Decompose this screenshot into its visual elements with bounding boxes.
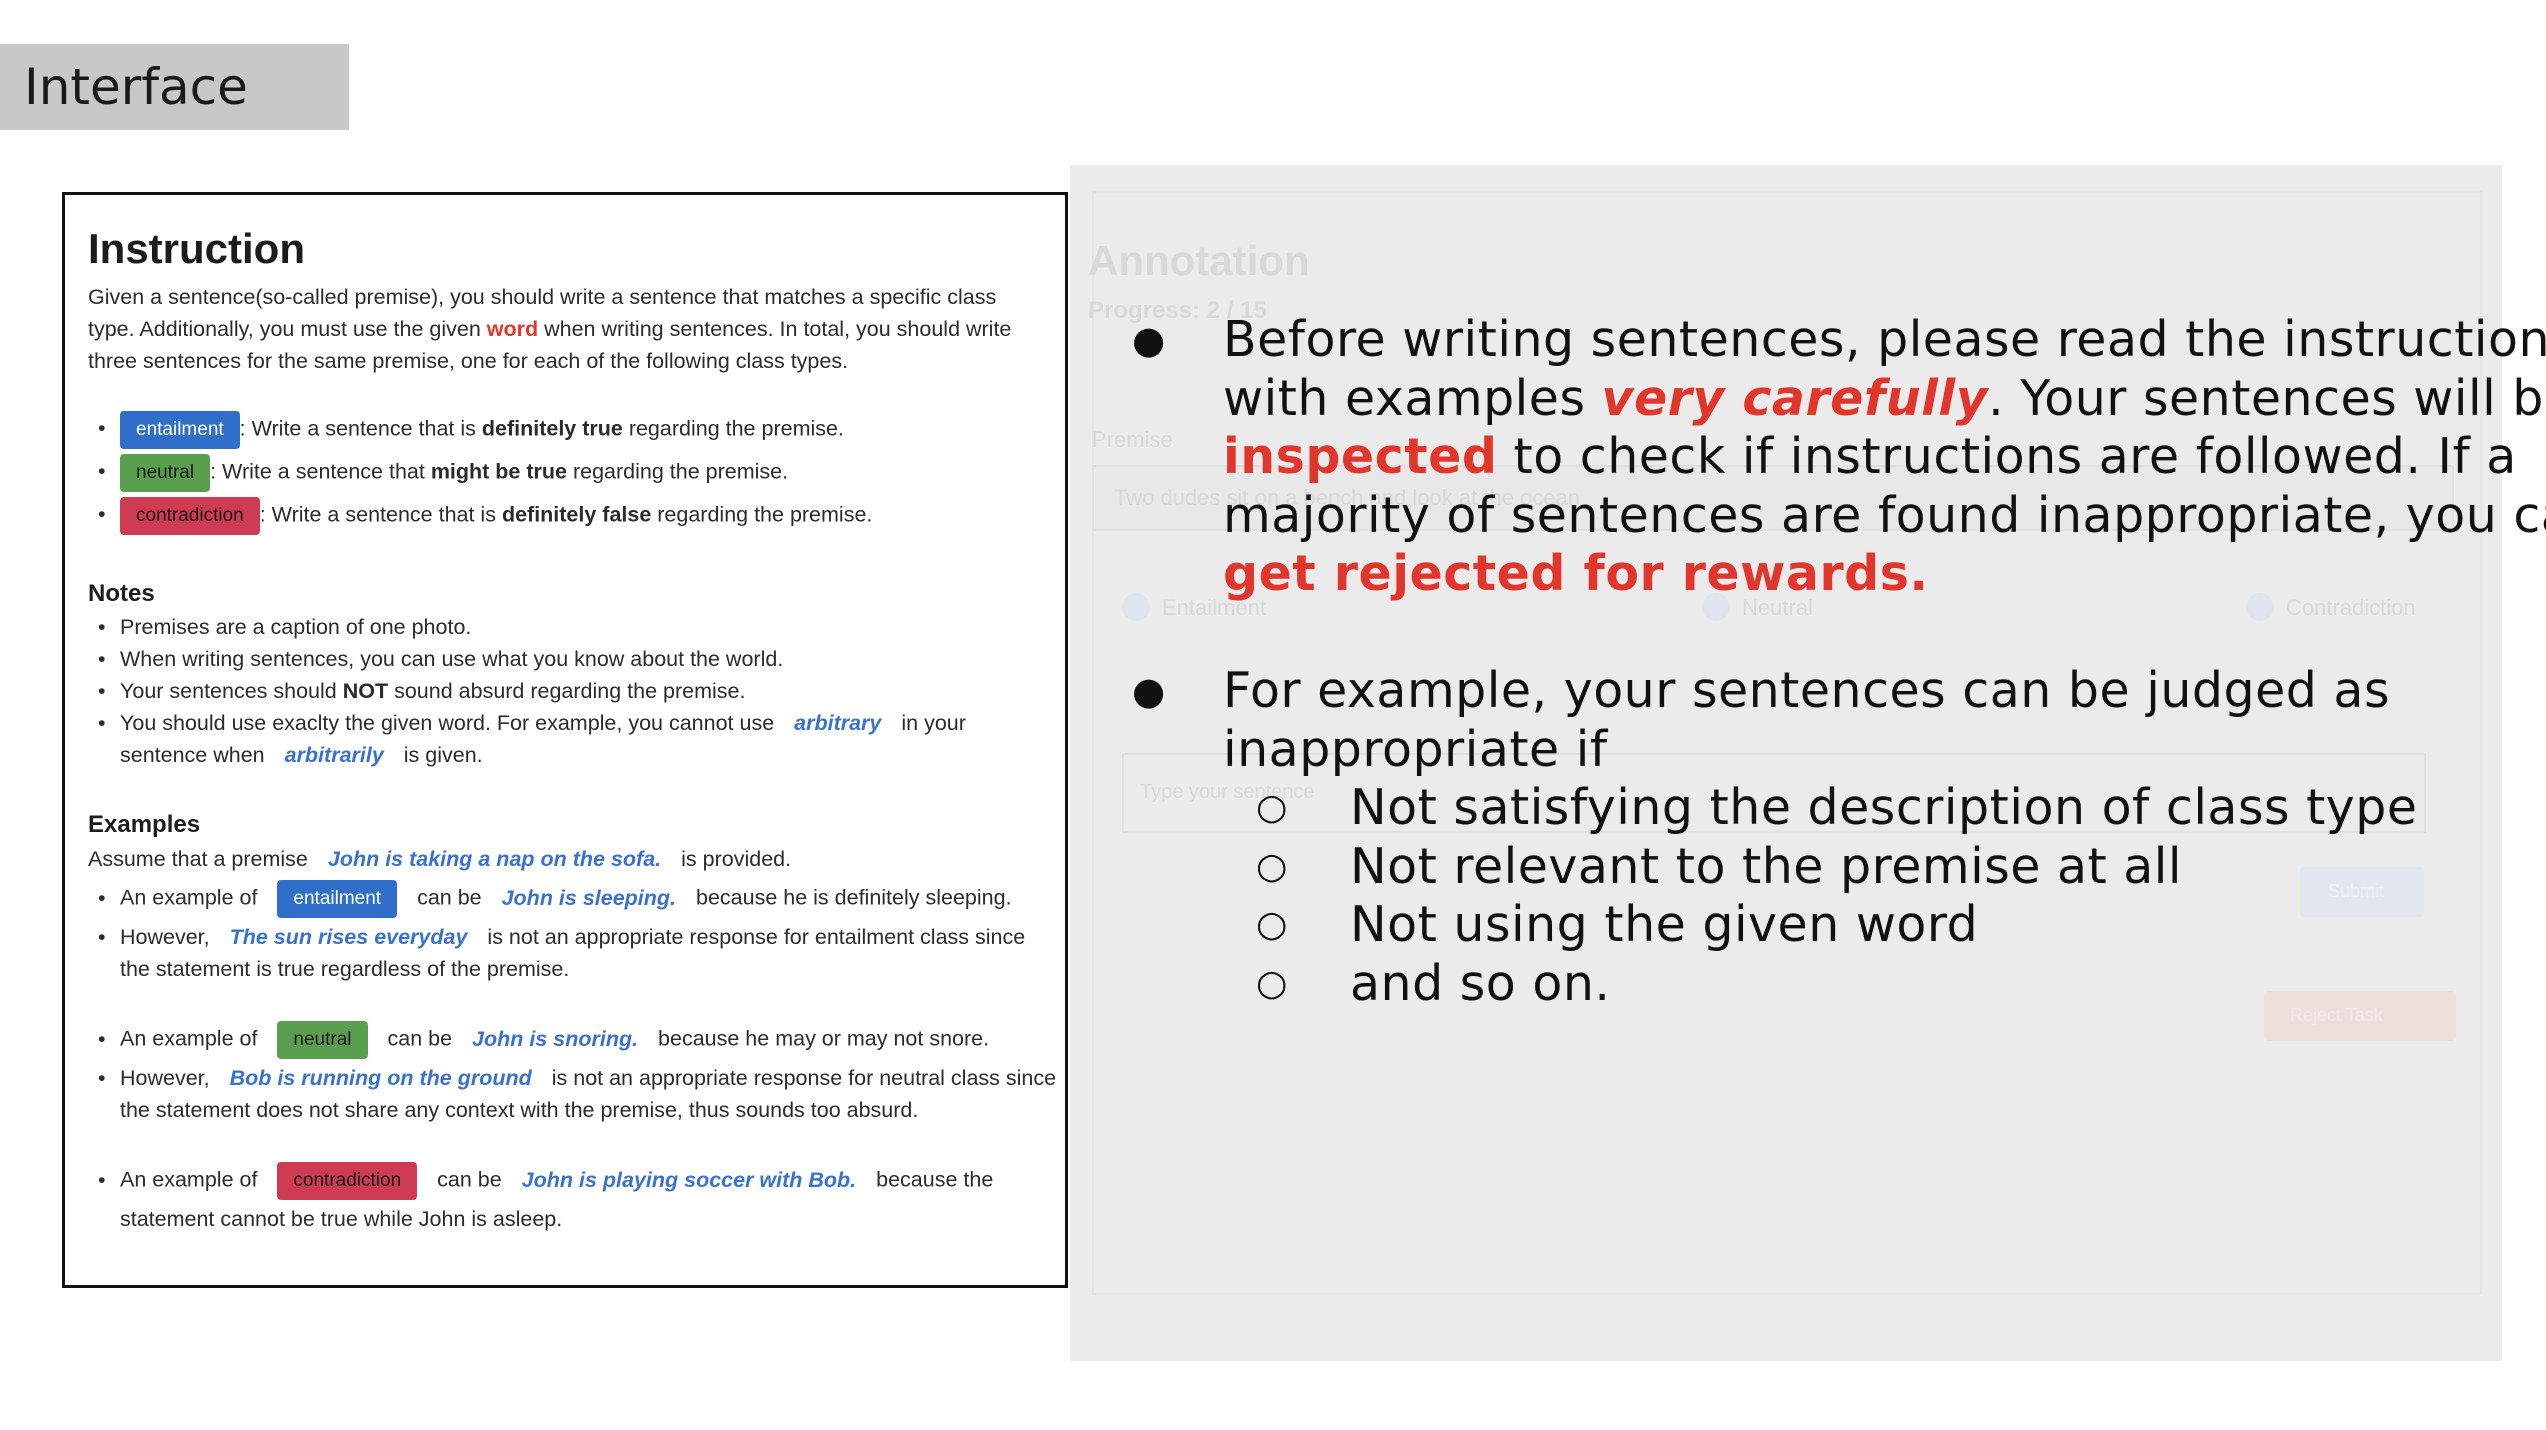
- example-entailment-bad: However, The sun rises everyday is not a…: [120, 925, 1026, 949]
- radio-contradiction-label: Contradiction: [2286, 595, 2416, 620]
- radio-entailment[interactable]: [1122, 593, 1150, 621]
- circle-bullet: ○: [1256, 846, 1288, 887]
- overlay-sub-item: Not satisfying the description of class …: [1350, 779, 2418, 836]
- note-item-continued: sentence when arbitrarily is given.: [120, 743, 483, 767]
- example-neutral-bad: However, Bob is running on the ground is…: [120, 1066, 1057, 1090]
- annotation-heading: Annotation: [1088, 237, 1310, 284]
- notes-heading: Notes: [88, 580, 155, 607]
- example-neutral: An example of neutral can be John is sno…: [120, 1021, 989, 1059]
- bullet-dot: ●: [1132, 318, 1166, 362]
- example-contradiction-continued: statement cannot be true while John is a…: [120, 1207, 563, 1231]
- contradiction-badge: contradiction: [277, 1162, 418, 1200]
- examples-assume: Assume that a premise John is taking a n…: [88, 847, 792, 871]
- neutral-badge: neutral: [277, 1021, 368, 1059]
- example-contradiction: An example of contradiction can be John …: [120, 1162, 993, 1200]
- slide-title-tag: Interface: [0, 44, 349, 130]
- bullet-dot: •: [98, 1066, 106, 1090]
- bullet-dot: •: [98, 502, 106, 526]
- overlay-p1-line1: Before writing sentences, please read th…: [1223, 311, 2546, 368]
- bullet-dot: •: [98, 615, 106, 639]
- overlay-p1-line2: with examples very carefully. Your sente…: [1223, 370, 2546, 427]
- overlay-sub-item: and so on.: [1350, 955, 1611, 1012]
- intro-line-1: Given a sentence(so-called premise), you…: [88, 285, 997, 309]
- bullet-dot: •: [98, 1027, 106, 1051]
- bullet-dot: •: [98, 886, 106, 910]
- examples-heading: Examples: [88, 811, 201, 838]
- premise-label: Premise: [1092, 427, 1173, 452]
- overlay-p1-line5: get rejected for rewards.: [1223, 545, 1929, 602]
- bullet-dot: •: [98, 925, 106, 949]
- example-entailment-bad-continued: the statement is true regardless of the …: [120, 957, 570, 981]
- overlay-sub-item: Not using the given word: [1350, 896, 1979, 953]
- radio-contradiction[interactable]: [2246, 593, 2274, 621]
- class-item-neutral: neutral: Write a sentence that might be …: [120, 454, 788, 492]
- overlay-sub-item: Not relevant to the premise at all: [1350, 838, 2183, 895]
- example-entailment: An example of entailment can be John is …: [120, 880, 1012, 918]
- submit-button[interactable]: Submit: [2300, 867, 2424, 917]
- circle-bullet: ○: [1256, 904, 1288, 945]
- circle-bullet: ○: [1256, 963, 1288, 1004]
- contradiction-badge: contradiction: [120, 497, 260, 535]
- overlay-p2-line2: inappropriate if: [1223, 721, 1608, 778]
- intro-line-2: type. Additionally, you must use the giv…: [88, 317, 1012, 341]
- overlay-p1-line4: majority of sentences are found inapprop…: [1223, 487, 2546, 544]
- overlay-p2-line1: For example, your sentences can be judge…: [1223, 662, 2390, 719]
- reject-button[interactable]: Reject Task: [2264, 991, 2456, 1041]
- slide-title: Interface: [24, 58, 248, 116]
- note-item: When writing sentences, you can use what…: [120, 647, 784, 671]
- bullet-dot: •: [98, 711, 106, 735]
- instruction-heading: Instruction: [88, 225, 305, 272]
- bullet-dot: •: [98, 416, 106, 440]
- bullet-dot: •: [98, 647, 106, 671]
- class-item-contradiction: contradiction: Write a sentence that is …: [120, 497, 872, 535]
- entailment-badge: entailment: [277, 880, 398, 918]
- note-item: Premises are a caption of one photo.: [120, 615, 472, 639]
- note-item: You should use exaclty the given word. F…: [120, 711, 966, 735]
- bullet-dot: •: [98, 679, 106, 703]
- entailment-badge: entailment: [120, 411, 240, 449]
- bullet-dot: •: [98, 1168, 106, 1192]
- word-highlight: word: [486, 317, 539, 341]
- bullet-dot: ●: [1132, 669, 1166, 713]
- instruction-panel: Instruction Given a sentence(so-called p…: [62, 192, 1068, 1288]
- overlay-p1-line3: inspected to check if instructions are f…: [1223, 428, 2517, 485]
- bullet-dot: •: [98, 459, 106, 483]
- example-neutral-bad-continued: the statement does not share any context…: [120, 1098, 919, 1122]
- neutral-badge: neutral: [120, 454, 211, 492]
- intro-line-3: three sentences for the same premise, on…: [88, 349, 849, 373]
- circle-bullet: ○: [1256, 787, 1288, 828]
- note-item: Your sentences should NOT sound absurd r…: [120, 679, 746, 703]
- class-item-entailment: entailment: Write a sentence that is def…: [120, 411, 844, 449]
